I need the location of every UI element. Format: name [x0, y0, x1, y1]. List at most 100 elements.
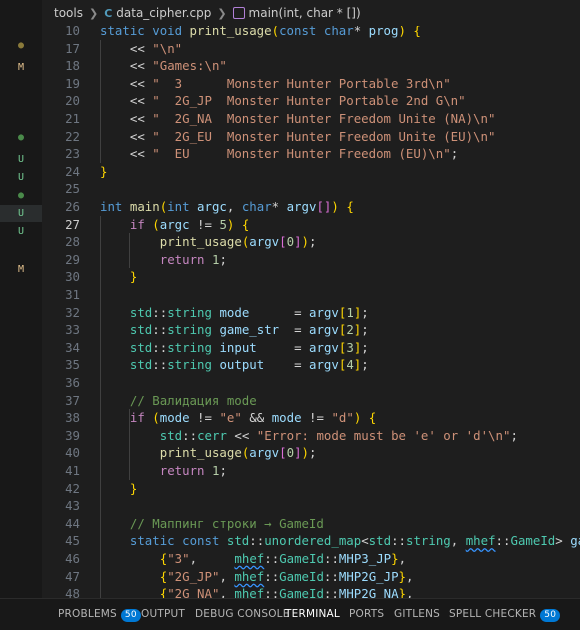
code-line[interactable]: 36: [42, 374, 580, 391]
code-editor[interactable]: 10 static void print_usage(const char* pr…: [42, 22, 580, 598]
breadcrumb-file[interactable]: data_cipher.cpp: [116, 6, 211, 20]
panel-tab-label: OUTPUT: [141, 608, 185, 620]
panel-tab-label: PROBLEMS: [58, 608, 117, 620]
line-number: 44: [65, 515, 80, 531]
code-line[interactable]: 40 print_usage(argv[0]);: [42, 444, 580, 461]
code-line[interactable]: 17 << "\n": [42, 40, 580, 57]
panel-tab-problems[interactable]: PROBLEMS 50: [58, 599, 141, 630]
line-number: 25: [65, 181, 80, 197]
code-line[interactable]: 18 << "Games:\n": [42, 57, 580, 74]
code-line[interactable]: 21 << " 2G_NA Monster Hunter Freedom Uni…: [42, 110, 580, 127]
line-number: 29: [65, 251, 80, 267]
code-text: {"2G_NA", mhef::GameId::MHP2G_NA},: [159, 586, 414, 598]
git-untracked-marker: U: [17, 208, 25, 219]
git-dot-marker: ●: [17, 132, 25, 143]
code-text: return 1;: [159, 463, 227, 478]
line-number: 39: [65, 427, 80, 443]
code-line[interactable]: 28 print_usage(argv[0]);: [42, 233, 580, 250]
code-text: << " 2G_JP Monster Hunter Portable 2nd G…: [129, 93, 466, 109]
git-modified-marker: M: [17, 62, 25, 73]
line-number: 28: [65, 234, 80, 250]
code-line[interactable]: 20 << " 2G_JP Monster Hunter Portable 2n…: [42, 92, 580, 109]
code-text: << "\n": [129, 40, 183, 56]
code-line[interactable]: 32 std::string mode = argv[1];: [42, 304, 580, 321]
code-text: << " 3 Monster Hunter Portable 3rd\n": [129, 75, 451, 91]
code-line[interactable]: 24}: [42, 163, 580, 180]
code-text: // Валидация mode: [129, 392, 257, 408]
code-text: {"2G_JP", mhef::GameId::MHP2G_JP},: [159, 568, 414, 584]
code-text: if (argc != 5) {: [129, 216, 250, 232]
indent-guide: [129, 233, 130, 269]
git-modified-marker: M: [17, 264, 25, 275]
git-untracked-marker: U: [17, 154, 25, 165]
panel-tab-bar: PROBLEMS 50 OUTPUT DEBUG CONSOLE TERMINAL POR…: [0, 598, 580, 630]
code-line[interactable]: 47 {"2G_JP", mhef::GameId::MHP2G_JP},: [42, 568, 580, 585]
code-line[interactable]: 30 }: [42, 268, 580, 285]
code-line[interactable]: 23 << " EU Monster Hunter Freedom (EU)\n…: [42, 145, 580, 162]
code-line[interactable]: 42 }: [42, 480, 580, 497]
line-number: 33: [65, 322, 80, 338]
code-text: std::string input = argv[3];: [129, 339, 369, 355]
code-line[interactable]: 39 std::cerr << "Error: mode must be 'e'…: [42, 427, 580, 444]
line-number: 36: [65, 375, 80, 390]
git-untracked-marker: U: [17, 172, 25, 183]
line-number: 18: [65, 58, 80, 74]
panel-tab-gitlens[interactable]: GITLENS: [394, 599, 440, 630]
git-decoration-gutter: ● M ● U U ● U U M: [0, 0, 42, 630]
code-line[interactable]: 45 static const std::unordered_map<std::…: [42, 532, 580, 549]
breadcrumb-folder[interactable]: tools: [54, 6, 83, 20]
code-line[interactable]: 22 << " 2G_EU Monster Hunter Freedom Uni…: [42, 128, 580, 145]
panel-tab-spell-checker[interactable]: SPELL CHECKER 50: [449, 599, 561, 630]
code-text: std::string mode = argv[1];: [129, 304, 369, 320]
code-line[interactable]: 33 std::string game_str = argv[2];: [42, 321, 580, 338]
git-untracked-marker: U: [17, 226, 25, 237]
code-line[interactable]: 38 if (mode != "e" && mode != "d") {: [42, 409, 580, 426]
line-number: 23: [65, 146, 80, 162]
code-line[interactable]: 35 std::string output = argv[4];: [42, 356, 580, 373]
line-number: 17: [65, 40, 80, 56]
chevron-right-icon: ❯: [88, 6, 99, 20]
breadcrumb-symbol[interactable]: main(int, char * []): [249, 6, 361, 20]
line-number: 22: [65, 128, 80, 144]
code-line[interactable]: 25: [42, 180, 580, 197]
code-line[interactable]: 46 {"3", mhef::GameId::MHP3_JP},: [42, 550, 580, 567]
indent-guide: [129, 409, 130, 480]
panel-tab-debug-console[interactable]: DEBUG CONSOLE: [195, 599, 290, 630]
code-line[interactable]: 29 return 1;: [42, 251, 580, 268]
panel-tab-terminal[interactable]: TERMINAL: [285, 599, 340, 630]
line-number: 43: [65, 498, 80, 514]
code-text: if (mode != "e" && mode != "d") {: [129, 410, 377, 426]
code-line[interactable]: 19 << " 3 Monster Hunter Portable 3rd\n": [42, 75, 580, 92]
line-number: 35: [65, 357, 80, 373]
panel-tab-output[interactable]: OUTPUT: [141, 599, 185, 630]
line-number: 30: [65, 269, 80, 285]
code-text: std::string output = argv[4];: [129, 357, 369, 373]
code-line[interactable]: 41 return 1;: [42, 462, 580, 479]
code-text: // Маппинг строки → GameId: [129, 515, 324, 531]
code-line[interactable]: 48 {"2G_NA", mhef::GameId::MHP2G_NA},: [42, 585, 580, 598]
line-number: 45: [65, 533, 80, 549]
count-badge: 50: [540, 609, 561, 622]
panel-tab-label: GITLENS: [394, 608, 441, 620]
line-number: 37: [65, 392, 80, 408]
code-line[interactable]: 44 // Маппинг строки → GameId: [42, 515, 580, 532]
line-number: 21: [65, 111, 80, 126]
code-text: }: [129, 480, 138, 496]
code-text: }: [100, 163, 108, 179]
chevron-right-icon: ❯: [217, 6, 227, 20]
code-line[interactable]: 34 std::string input = argv[3];: [42, 339, 580, 356]
git-dot-marker: ●: [17, 40, 25, 51]
code-text: return 1;: [159, 251, 227, 267]
code-line[interactable]: 31: [42, 286, 580, 303]
code-text: print_usage(argv[0]);: [159, 445, 317, 461]
line-number: 20: [65, 93, 80, 109]
code-line[interactable]: 27 if (argc != 5) {: [42, 216, 580, 233]
line-number: 27: [65, 216, 80, 232]
code-line[interactable]: 37 // Валидация mode: [42, 392, 580, 409]
code-line[interactable]: 43: [42, 497, 580, 514]
panel-tab-ports[interactable]: PORTS: [349, 599, 384, 630]
count-badge: 50: [120, 609, 141, 622]
code-line[interactable]: 26 int main(int argc, char* argv[]) {: [42, 198, 580, 215]
line-number: 26: [65, 199, 80, 214]
code-text: print_usage(argv[0]);: [159, 234, 317, 250]
